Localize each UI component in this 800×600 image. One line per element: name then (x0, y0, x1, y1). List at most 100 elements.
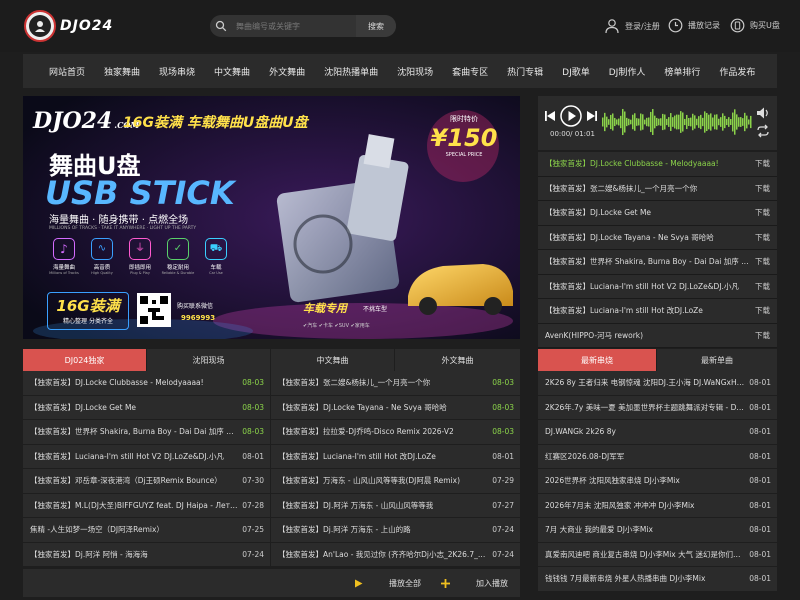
playlist-item[interactable]: 【独家首发】DJ.Locke Clubbasse - Melodyaaaa! 下载 (538, 152, 777, 177)
nav-item-producers[interactable]: DJ制作人 (609, 65, 646, 78)
list-item[interactable]: 【独家首发】An'Lao - 我见过你 (齐齐哈尔Dj小志_2K26.7_Bou… (271, 543, 520, 567)
tab-latest-mix[interactable]: 最新串烧 (538, 349, 657, 371)
playlist: 【独家首发】DJ.Locke Clubbasse - Melodyaaaa! 下载… (538, 152, 777, 348)
plug-icon: ⏚ (129, 238, 151, 260)
nav-item-sets[interactable]: 套曲专区 (452, 65, 488, 78)
list-item[interactable]: 【独家首发】Luciana-I'm still Hot 改DJ.LoZe 08-0… (271, 445, 520, 469)
list-item[interactable]: 【独家首发】Dj.阿洋 万海东 - 上山的路 07-24 (271, 518, 520, 542)
playlist-item[interactable]: 【独家首发】DJ.Locke Get Me 下载 (538, 201, 777, 226)
table-row: 【独家首发】M.L(DJ大圣)BIFFGUYZ feat. DJ Haipa -… (23, 493, 520, 518)
list-item[interactable]: 【独家首发】DJ.阿洋 万海东 - 山风山风等等我 07-27 (271, 494, 520, 518)
add-to-playlist-button[interactable]: 加入播放 (441, 578, 508, 589)
list-item[interactable]: 【独家首发】邓岳章-深夜港湾（Dj王硕Remix Bounce） 07-30 (23, 469, 271, 493)
table-row: 焦精 -人生如梦一场空（DJ阿泽Remix） 07-25 【独家首发】Dj.阿洋 … (23, 518, 520, 543)
nav-item-foreign[interactable]: 外文舞曲 (269, 65, 305, 78)
tab-shenyang-live[interactable]: 沈阳现场 (147, 349, 271, 371)
search-icon (210, 15, 232, 37)
nav-item-live-mix[interactable]: 现场串烧 (159, 65, 195, 78)
list-item[interactable]: 红赛区2026.08-DJ军军 08-01 (538, 445, 777, 469)
prev-icon[interactable] (544, 110, 556, 122)
qr-code-icon[interactable] (137, 293, 171, 327)
car-label: 车载专用 (303, 302, 347, 315)
download-link[interactable]: 下载 (755, 256, 770, 267)
feature-item: ♪ 海量舞曲 Millions of Tracks (45, 238, 83, 275)
nav-item-playlists[interactable]: DJ歌单 (562, 65, 590, 78)
list-item[interactable]: 2K26年.7y 美味一夏 美加墨世界杯主题跳舞派对专辑 - DJ.LoZe 08… (538, 396, 777, 420)
waveform[interactable] (602, 104, 752, 140)
list-item[interactable]: DJ.WANGk 2k26 8y 08-01 (538, 420, 777, 445)
nav-item-home[interactable]: 网站首页 (49, 65, 85, 78)
list-item[interactable]: 【独家首发】DJ.Locke Clubbasse - Melodyaaaa! 08… (23, 371, 271, 395)
list-item[interactable]: 【独家首发】DJ.Locke Get Me 08-03 (23, 395, 271, 419)
list-item[interactable]: 【独家首发】Luciana-I'm still Hot V2 DJ.LoZe&D… (23, 444, 271, 468)
table-row: 【独家首发】世界杯 Shakira, Burna Boy - Dai Dai 加… (23, 420, 520, 445)
logo-text: DJO24 (60, 18, 114, 34)
table-row: 【独家首发】Luciana-I'm still Hot V2 DJ.LoZe&D… (23, 444, 520, 469)
buy-usb-link[interactable]: 购买U盘 (730, 18, 780, 33)
nav-item-albums[interactable]: 热门专辑 (507, 65, 543, 78)
site-logo[interactable]: DJO24 (24, 10, 113, 42)
tab-dj024-exclusive[interactable]: DJ024独家 (23, 349, 147, 371)
list-item[interactable]: 【独家首发】DJ.Locke Tayana - Ne Svya 哥哈哈 08-03 (271, 396, 520, 420)
buy-usb-label: 购买U盘 (750, 21, 780, 30)
volume-icon[interactable] (756, 106, 770, 120)
download-link[interactable]: 下载 (755, 305, 770, 316)
tab-foreign[interactable]: 外文舞曲 (395, 349, 520, 371)
play-all-button[interactable]: 播放全部 (354, 578, 421, 589)
download-link[interactable]: 下载 (755, 207, 770, 218)
logo-emblem (24, 10, 56, 42)
playlist-item[interactable]: 【独家首发】世界杯 Shakira, Burna Boy - Dai Dai 加… (538, 250, 777, 275)
tab-latest-single[interactable]: 最新单曲 (657, 349, 777, 371)
feature-item: ⛟ 车载 Car Use (197, 238, 235, 275)
table-row: 【独家首发】邓岳章-深夜港湾（Dj王硕Remix Bounce） 07-30 【独… (23, 469, 520, 494)
usb-icon (730, 18, 745, 33)
nav-item-exclusive[interactable]: 独家舞曲 (104, 65, 140, 78)
nav-item-shenyang-hits[interactable]: 沈阳热播单曲 (324, 65, 378, 78)
list-item[interactable]: 真爱南风迪吧 商业复古串烧 DJ小李Mix 大气 迷幻是你们喜欢的吗 08-01 (538, 543, 777, 567)
playlist-item[interactable]: 【独家首发】DJ.Locke Tayana - Ne Svya 哥哈哈 下载 (538, 225, 777, 250)
playlist-item[interactable]: 【独家首发】Luciana-I'm still Hot 改DJ.LoZe 下载 (538, 299, 777, 324)
user-icon (605, 19, 619, 34)
list-item[interactable]: 【独家首发】世界杯 Shakira, Burna Boy - Dai Dai 加… (23, 420, 271, 444)
download-link[interactable]: 下载 (755, 158, 770, 169)
next-icon[interactable] (586, 110, 598, 122)
repeat-icon[interactable] (756, 124, 770, 138)
left-track-list: 【独家首发】DJ.Locke Clubbasse - Melodyaaaa! 08… (23, 371, 520, 567)
capacity-badge: 16G装满 精心整理 分类齐全 (47, 292, 129, 330)
search-input[interactable] (232, 15, 356, 37)
download-link[interactable]: 下载 (755, 330, 770, 341)
list-item[interactable]: 【独家首发】M.L(DJ大圣)BIFFGUYZ feat. DJ Haipa -… (23, 493, 271, 517)
list-item[interactable]: 2K26 8y 王者归来 电钢惊魂 沈阳DJ.王小海 DJ.WaNGxHaiMi… (538, 371, 777, 396)
list-item[interactable]: 【独家首发】万海东 - 山风山风等等我(DJ阿晨 Remix) 07-29 (271, 469, 520, 493)
list-item[interactable]: 2026年7月末 沈阳风独家 冲冲冲 DJ小李Mix 08-01 (538, 494, 777, 518)
download-link[interactable]: 下载 (755, 232, 770, 243)
qr-id: 9969993 (181, 314, 216, 322)
site-header: DJO24 搜索 登录/注册 播放记录 购买U盘 (0, 0, 800, 52)
play-icon[interactable] (560, 105, 582, 127)
nav-item-chinese[interactable]: 中文舞曲 (214, 65, 250, 78)
promo-banner[interactable]: DJO24 .COM 16G装满 车载舞曲U盘曲U盘 舞曲U盘 USB STICK… (23, 96, 520, 339)
nav-item-shenyang-live[interactable]: 沈阳现场 (397, 65, 433, 78)
playlist-item[interactable]: 【独家首发】Luciana-I'm still Hot V2 DJ.LoZe&D… (538, 274, 777, 299)
search-button[interactable]: 搜索 (356, 15, 396, 37)
banner-features: ♪ 海量舞曲 Millions of Tracks ∿ 高音质 High Qua… (45, 238, 235, 275)
list-item[interactable]: 【独家首发】拉拉爱-DJ乔鸣-Disco Remix 2026-V2 08-03 (271, 420, 520, 444)
login-link[interactable]: 登录/注册 (604, 18, 660, 34)
nav-item-publish[interactable]: 作品发布 (719, 65, 755, 78)
list-item[interactable]: 【独家首发】张二嫂&杨抹儿_一个月亮一个你 08-03 (271, 371, 520, 395)
main-nav: 网站首页 独家舞曲 现场串烧 中文舞曲 外文舞曲 沈阳热播单曲 沈阳现场 套曲专… (23, 54, 777, 88)
qr-label: 购买联系微信 (177, 303, 214, 310)
playlist-item[interactable]: AvenK(HIPPO-河马 rework) 下载 (538, 323, 777, 348)
list-item[interactable]: 【独家首发】Dj.阿洋 阿悄 - 海海海 07-24 (23, 542, 271, 566)
feature-item: ∿ 高音质 High Quality (83, 238, 121, 275)
playlist-item[interactable]: 【独家首发】张二嫂&杨抹儿_一个月亮一个你 下载 (538, 176, 777, 201)
list-item[interactable]: 7月 大商业 我的最爱 DJ小李Mix 08-01 (538, 518, 777, 543)
tab-chinese[interactable]: 中文舞曲 (271, 349, 395, 371)
history-link[interactable]: 播放记录 (668, 18, 720, 33)
list-item[interactable]: 钱钱钱 7月最新串烧 外星人热播串曲 DJ小李Mix 08-01 (538, 567, 777, 592)
download-link[interactable]: 下载 (755, 183, 770, 194)
download-link[interactable]: 下载 (755, 281, 770, 292)
list-item[interactable]: 焦精 -人生如梦一场空（DJ阿泽Remix） 07-25 (23, 518, 271, 542)
list-item[interactable]: 2026世界杯 沈阳风独家串烧 DJ小李Mix 08-01 (538, 469, 777, 494)
nav-item-charts[interactable]: 榜单排行 (664, 65, 700, 78)
